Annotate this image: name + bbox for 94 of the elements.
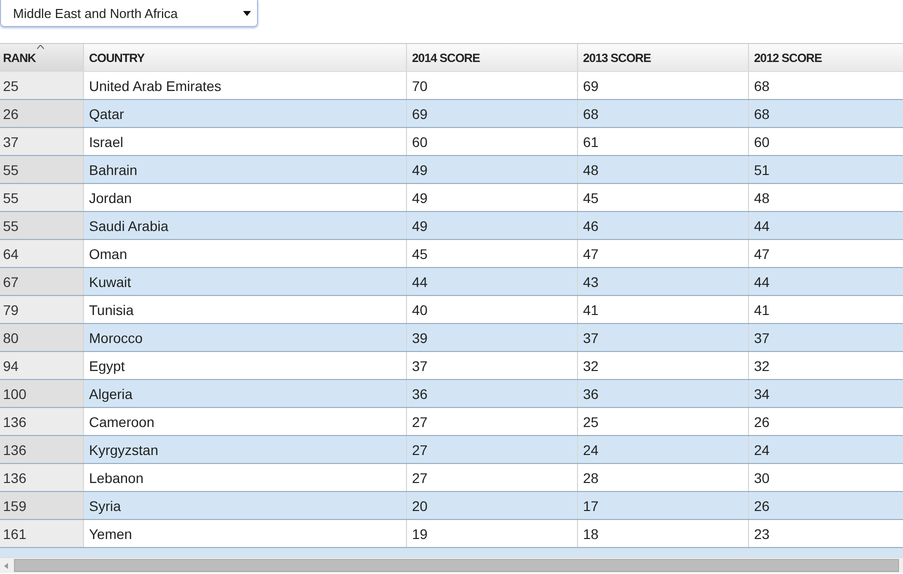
horizontal-scrollbar[interactable]: [0, 557, 903, 573]
table-cell: 45: [407, 240, 578, 267]
table-cell: Bahrain: [84, 156, 407, 183]
table-cell-text: 60: [753, 132, 771, 152]
table-cell: 136: [0, 408, 84, 435]
table-cell-text: 44: [753, 216, 771, 236]
table-cell: 44: [407, 268, 578, 295]
table-cell: 161: [0, 520, 84, 547]
table-cell: United Arab Emirates: [84, 72, 407, 99]
scroll-left-icon[interactable]: [4, 562, 8, 568]
table-cell: 45: [578, 184, 749, 211]
table-cell-text: 41: [753, 300, 771, 320]
table-cell: 136: [0, 464, 84, 491]
table-cell-text: 68: [753, 104, 771, 124]
table-cell: 55: [0, 212, 84, 239]
table-cell: 17: [578, 492, 749, 519]
table-cell: 61: [578, 128, 749, 155]
table-cell: Lebanon: [84, 464, 407, 491]
table-cell: Kuwait: [84, 268, 407, 295]
table-cell-text: 51: [753, 160, 771, 180]
table-cell: Algeria: [84, 380, 407, 407]
table-cell: 49: [407, 212, 578, 239]
table-cell: 36: [407, 380, 578, 407]
table-cell: 24: [578, 436, 749, 463]
column-header[interactable]: RANK: [0, 44, 84, 71]
table-cell: 37: [578, 324, 749, 351]
table-cell: 27: [407, 464, 578, 491]
table-cell-text: 48: [753, 188, 771, 208]
table-cell: 69: [578, 72, 749, 99]
table-cell: 47: [578, 240, 749, 267]
column-header[interactable]: 2014 SCORE: [407, 44, 578, 71]
table-cell: 43: [578, 268, 749, 295]
table-cell: 68: [578, 100, 749, 127]
table-cell: 79: [0, 296, 84, 323]
table-cell: 27: [407, 436, 578, 463]
table-cell: 67: [0, 268, 84, 295]
table-cell: Israel: [84, 128, 407, 155]
table-cell: 25: [0, 72, 84, 99]
table-cell: Oman: [84, 240, 407, 267]
table-cell: 70: [407, 72, 578, 99]
column-header[interactable]: COUNTRY: [84, 44, 407, 71]
table-cell: 27: [407, 408, 578, 435]
region-dropdown[interactable]: Middle East and North Africa: [0, 0, 258, 27]
table-cell: 55: [0, 156, 84, 183]
table-cell: 25: [578, 408, 749, 435]
table-cell-text: 24: [753, 440, 771, 460]
table-cell-text: 30: [753, 468, 771, 488]
table-cell: 49: [407, 184, 578, 211]
table-cell: Qatar: [84, 100, 407, 127]
table-cell: Cameroon: [84, 408, 407, 435]
table-cell: 20: [407, 492, 578, 519]
table-cell: 49: [407, 156, 578, 183]
table-cell: 46: [578, 212, 749, 239]
table-cell: Tunisia: [84, 296, 407, 323]
table-cell: 19: [407, 520, 578, 547]
table-cell: 18: [578, 520, 749, 547]
table-cell: 40: [407, 296, 578, 323]
table-cell: Jordan: [84, 184, 407, 211]
table-cell: 64: [0, 240, 84, 267]
table-cell-text: 23: [753, 524, 771, 544]
table-cell: 39: [407, 324, 578, 351]
table-cell: 55: [0, 184, 84, 211]
table-cell: 36: [578, 380, 749, 407]
table-cell: 100: [0, 380, 84, 407]
table-cell: Morocco: [84, 324, 407, 351]
column-header[interactable]: 2013 SCORE: [578, 44, 749, 71]
table-cell-text: 26: [753, 496, 771, 516]
table-cell-text: 26: [753, 412, 771, 432]
table-cell: Syria: [84, 492, 407, 519]
caret-icon: [243, 10, 251, 16]
table-cell: 136: [0, 436, 84, 463]
table-cell-text: 68: [753, 76, 771, 96]
table-cell: 159: [0, 492, 84, 519]
table-cell: Kyrgyzstan: [84, 436, 407, 463]
table-cell-text: 47: [753, 244, 771, 264]
table-cell: Egypt: [84, 352, 407, 379]
table-cell: 32: [578, 352, 749, 379]
table-cell-text: 37: [753, 328, 771, 348]
table-cell: 37: [407, 352, 578, 379]
table-cell: 26: [0, 100, 84, 127]
table-cell: 37: [0, 128, 84, 155]
table-cell: 41: [578, 296, 749, 323]
table-cell: 28: [578, 464, 749, 491]
table-cell: Yemen: [84, 520, 407, 547]
table-cell-text: 32: [753, 356, 771, 376]
column-header[interactable]: 2012 SCORE: [749, 44, 903, 71]
table-cell-text: 44: [753, 272, 771, 292]
table-cell: 94: [0, 352, 84, 379]
table-cell-text: 34: [753, 384, 771, 404]
table-cell: 80: [0, 324, 84, 351]
table-cell: 48: [578, 156, 749, 183]
table-cell: Saudi Arabia: [84, 212, 407, 239]
table-cell: 60: [407, 128, 578, 155]
table-cell: 69: [407, 100, 578, 127]
